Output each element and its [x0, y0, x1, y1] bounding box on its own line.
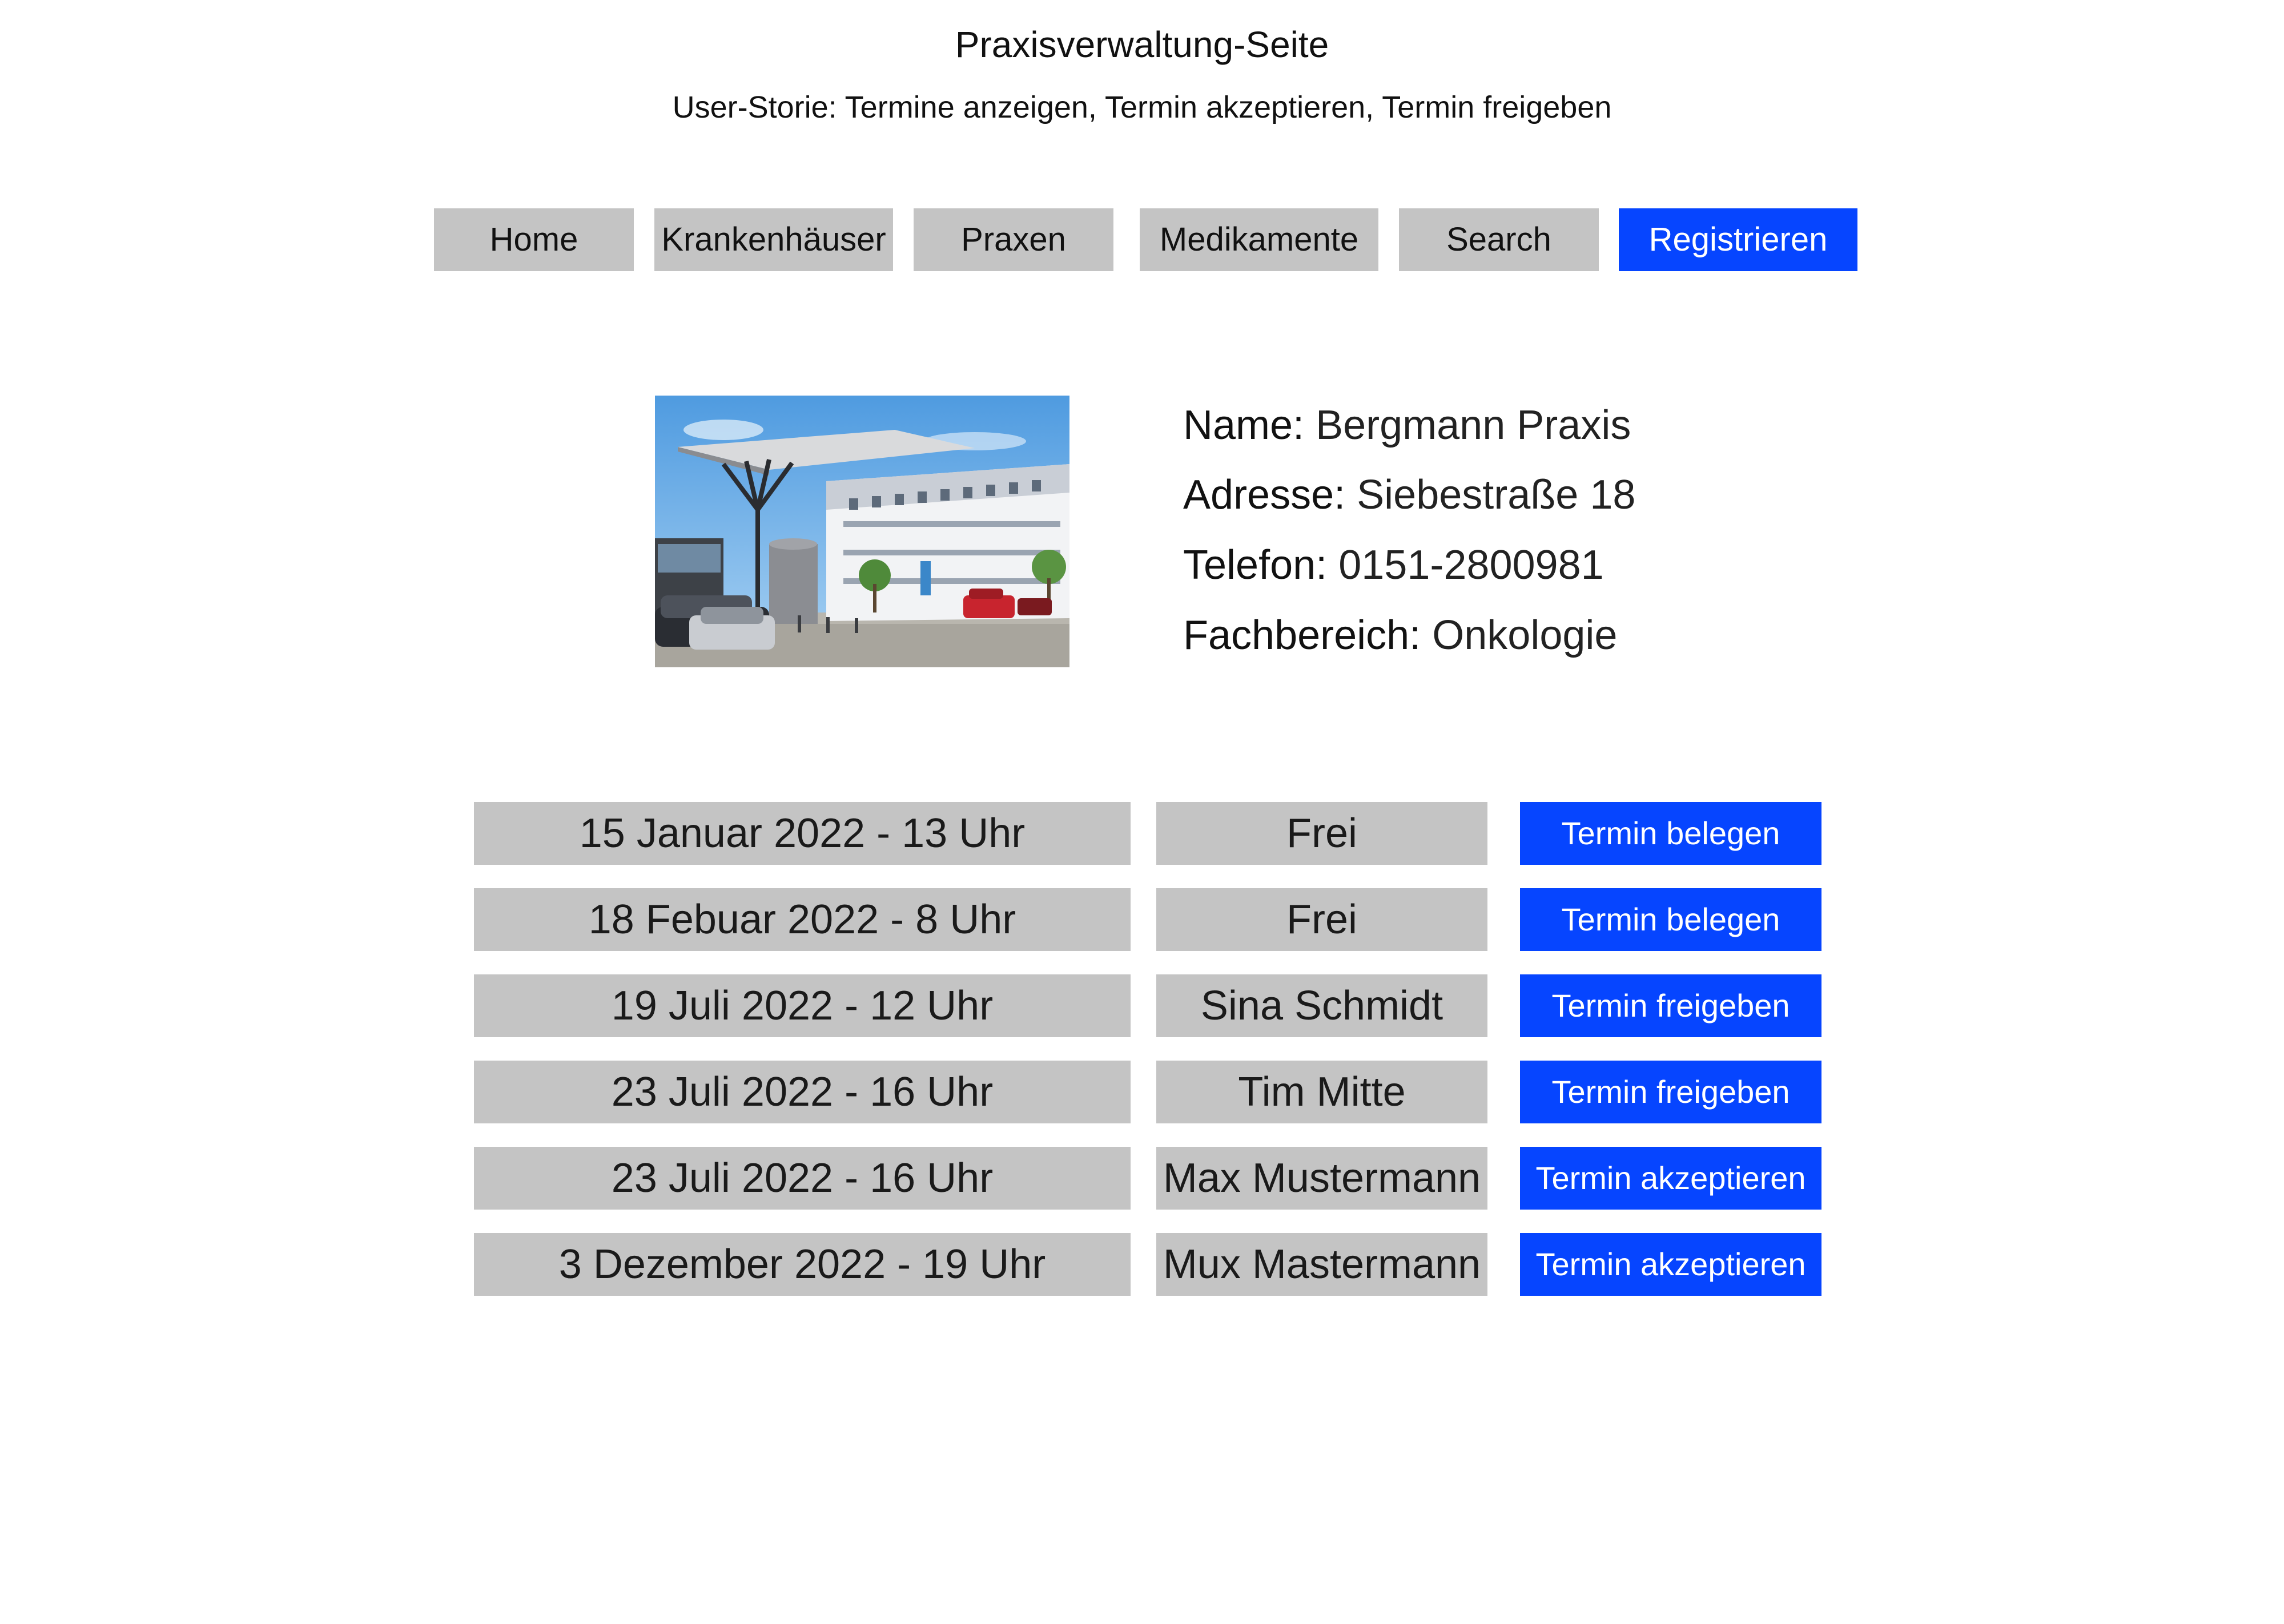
practice-address: Siebestraße 18	[1357, 472, 1636, 518]
appointment-date: 15 Januar 2022 - 13 Uhr	[474, 802, 1131, 865]
page-subtitle: User-Storie: Termine anzeigen, Termin ak…	[672, 90, 1612, 124]
address-label: Adresse:	[1183, 472, 1346, 518]
practice-address-line: Adresse: Siebestraße 18	[1183, 469, 1635, 521]
appointment-date: 3 Dezember 2022 - 19 Uhr	[474, 1233, 1131, 1296]
nav-registrieren-button[interactable]: Registrieren	[1619, 208, 1857, 271]
nav-home-button[interactable]: Home	[434, 208, 634, 271]
practice-name: Bergmann Praxis	[1316, 402, 1631, 448]
appointment-status: Tim Mitte	[1156, 1061, 1487, 1123]
nav-medikamente-button[interactable]: Medikamente	[1140, 208, 1378, 271]
appointment-status: Frei	[1156, 888, 1487, 951]
practice-phone-line: Telefon: 0151-2800981	[1183, 539, 1604, 591]
nav-praxen-button[interactable]: Praxen	[914, 208, 1113, 271]
field-label: Fachbereich:	[1183, 612, 1421, 658]
appointment-date: 18 Febuar 2022 - 8 Uhr	[474, 888, 1131, 951]
appointment-status: Mux Mastermann	[1156, 1233, 1487, 1296]
appointment-status: Frei	[1156, 802, 1487, 865]
practice-name-line: Name: Bergmann Praxis	[1183, 400, 1631, 451]
appointment-status: Sina Schmidt	[1156, 974, 1487, 1037]
nav-search-button[interactable]: Search	[1399, 208, 1599, 271]
appointment-date: 19 Juli 2022 - 12 Uhr	[474, 974, 1131, 1037]
nav-krankenhaeuser-button[interactable]: Krankenhäuser	[654, 208, 893, 271]
practice-field-line: Fachbereich: Onkologie	[1183, 610, 1617, 661]
phone-label: Telefon:	[1183, 542, 1328, 588]
termin-akzeptieren-button[interactable]: Termin akzeptieren	[1520, 1147, 1821, 1210]
termin-freigeben-button[interactable]: Termin freigeben	[1520, 974, 1821, 1037]
termin-akzeptieren-button[interactable]: Termin akzeptieren	[1520, 1233, 1821, 1296]
termin-belegen-button[interactable]: Termin belegen	[1520, 802, 1821, 865]
termin-freigeben-button[interactable]: Termin freigeben	[1520, 1061, 1821, 1123]
appointment-date: 23 Juli 2022 - 16 Uhr	[474, 1061, 1131, 1123]
practice-phone: 0151-2800981	[1338, 542, 1604, 588]
appointment-date: 23 Juli 2022 - 16 Uhr	[474, 1147, 1131, 1210]
practice-photo	[655, 396, 1069, 667]
appointment-status: Max Mustermann	[1156, 1147, 1487, 1210]
termin-belegen-button[interactable]: Termin belegen	[1520, 888, 1821, 951]
page-title: Praxisverwaltung-Seite	[955, 24, 1329, 65]
name-label: Name:	[1183, 402, 1305, 448]
practice-field: Onkologie	[1432, 612, 1618, 658]
